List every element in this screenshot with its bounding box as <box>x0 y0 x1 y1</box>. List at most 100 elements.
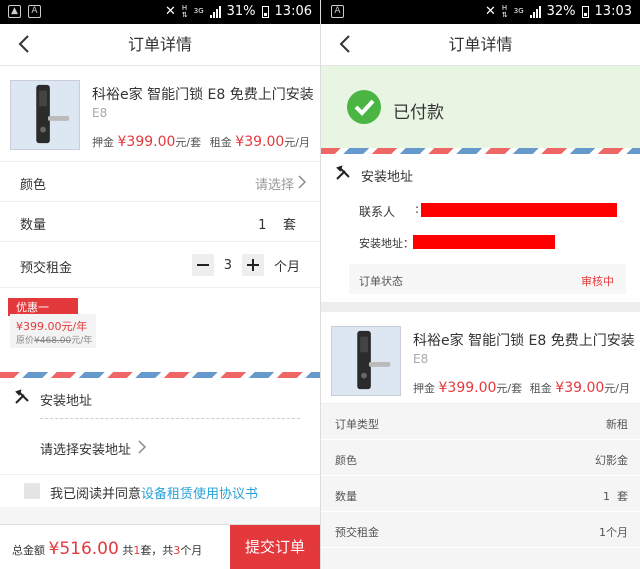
network-type-icon: H ⇅ <box>501 3 508 19</box>
status-bar: A ✕ H ⇅ 3G 32% 13:03 <box>321 0 640 24</box>
agreement-link[interactable]: 设备租赁使用协议书 <box>141 487 258 502</box>
promo-original-price: 原价¥468.00元/年 <box>16 333 92 346</box>
minus-icon <box>196 264 209 266</box>
product-model: E8 <box>413 352 429 366</box>
rent-value: ¥39.00 <box>555 380 605 396</box>
prepay-value: 3 <box>223 257 232 273</box>
battery-percent: 31% <box>226 4 256 19</box>
order-status-row: 订单状态 审核中 <box>349 264 626 294</box>
increment-button[interactable] <box>241 254 264 276</box>
agreement-text: 我已阅读并同意设备租赁使用协议书 <box>50 483 258 502</box>
quantity-unit: 套 <box>282 218 296 233</box>
clock: 13:06 <box>274 4 312 19</box>
tools-icon <box>336 165 350 180</box>
total-amount: ¥516.00 <box>48 539 119 559</box>
submit-order-button[interactable]: 提交订单 <box>230 525 320 569</box>
promo-orig-label: 原价 <box>16 336 35 346</box>
prepay-label: 预交租金 <box>20 261 73 276</box>
signal-icon <box>209 5 221 18</box>
checkmark-icon <box>347 90 381 124</box>
detail-label: 数量 <box>335 490 357 503</box>
section-gap <box>321 302 640 312</box>
order-status-value: 审核中 <box>581 275 614 288</box>
mute-icon: ✕ <box>484 4 496 19</box>
rent-label: 租金 <box>529 382 552 395</box>
detail-value: 1 套 <box>603 490 628 503</box>
product-card[interactable]: 科裕e家 智能门锁 E8 免费上门安装 E8 押金 ¥399.00元/套 租金 … <box>0 66 320 162</box>
promo-price-value: ¥399.00 <box>16 320 62 333</box>
select-address-button[interactable]: 请选择安装地址 <box>0 419 320 475</box>
product-name: 科裕e家 智能门锁 E8 免费上门安装 <box>92 87 314 103</box>
signal-3g-icon: 3G <box>193 7 204 15</box>
promo-orig-unit: 元/年 <box>71 336 93 346</box>
gallery-icon: ▲ <box>8 5 21 18</box>
plus-icon-vertical <box>251 259 254 271</box>
status-bar: ▲ A ✕ H ⇅ 3G 31% 13:06 <box>0 0 320 24</box>
order-status-label: 订单状态 <box>359 275 403 288</box>
back-arrow-icon[interactable] <box>335 33 357 55</box>
chevron-right-icon <box>138 440 146 454</box>
payment-status-banner: 已付款 <box>321 66 640 148</box>
detail-value: 幻影金 <box>595 454 628 467</box>
color-row: 颜色 幻影金 <box>321 440 640 476</box>
address-section: 安装地址 联系人 : 安装地址： 订单状态 审核中 <box>321 154 640 302</box>
agree-checkbox[interactable] <box>24 483 40 499</box>
quantity-number: 1 <box>258 218 267 233</box>
quantity-value: 1 套 <box>258 214 296 233</box>
page-title: 订单详情 <box>127 35 192 54</box>
prepay-rent-row: 预交租金 3 个月 <box>0 242 320 288</box>
chevron-right-icon <box>298 175 306 189</box>
address-header: 安装地址 <box>321 154 640 194</box>
deposit-label: 押金 <box>413 382 435 395</box>
header: 订单详情 <box>0 24 320 66</box>
contact-redacted <box>421 203 617 217</box>
detail-label: 订单类型 <box>335 418 379 431</box>
product-name: 科裕e家 智能门锁 E8 免费上门安装 <box>413 333 635 349</box>
address-redacted <box>413 235 555 249</box>
color-label: 颜色 <box>20 178 47 193</box>
back-arrow-icon[interactable] <box>14 33 36 55</box>
order-detail-screen: A ✕ H⇅ 3G 32% 13:03 订单详情 已付款 安装地址 联系人 : <box>320 0 640 569</box>
door-lock-image <box>36 84 70 144</box>
product-image <box>10 80 80 150</box>
product-card[interactable]: 科裕e家 智能门锁 E8 免费上门安装 E8 押金 ¥399.00元/套 租金 … <box>321 312 640 404</box>
detail-value: 新租 <box>606 418 628 431</box>
deposit-unit: 元/套 <box>175 136 202 149</box>
battery-icon <box>581 5 589 18</box>
decrement-button[interactable] <box>191 254 214 276</box>
promo-section: 优惠一 ¥399.00元/年 原价¥468.00元/年 <box>0 288 320 372</box>
address-section: 安装地址 请选择安装地址 <box>0 378 320 475</box>
deposit-unit: 元/套 <box>496 382 523 395</box>
promo-option[interactable]: ¥399.00元/年 原价¥468.00元/年 <box>10 314 96 348</box>
page-title: 订单详情 <box>448 35 513 54</box>
rent-unit: 元/月 <box>604 382 630 395</box>
deposit-price: 押金 ¥399.00元/套 <box>413 380 522 396</box>
app-notification-icon: A <box>331 5 344 18</box>
deposit-price: 押金 ¥399.00元/套 <box>92 134 201 150</box>
rent-unit: 元/月 <box>284 136 310 149</box>
deposit-label: 押金 <box>92 136 114 149</box>
address-title: 安装地址 <box>40 394 93 409</box>
tools-icon <box>15 389 29 404</box>
detail-label: 预交租金 <box>335 526 379 539</box>
deposit-value: ¥399.00 <box>438 380 497 396</box>
header: 订单详情 <box>321 24 640 66</box>
contact-row: 联系人 : <box>321 194 640 226</box>
color-value: 请选择 <box>254 178 294 193</box>
address-header: 安装地址 <box>0 378 320 418</box>
door-lock-image <box>357 330 391 390</box>
agreement-row: 我已阅读并同意设备租赁使用协议书 <box>0 475 320 507</box>
select-address-label: 请选择安装地址 <box>40 443 132 458</box>
promo-orig-value: ¥468.00 <box>34 336 72 346</box>
rent-price: 租金 ¥39.00元/月 <box>210 134 310 150</box>
color-selector[interactable]: 颜色 请选择 <box>0 162 320 202</box>
months-unit: 个月 <box>180 544 203 557</box>
promo-price: ¥399.00元/年 <box>16 318 87 334</box>
address-title: 安装地址 <box>361 170 414 185</box>
order-form-screen: ▲ A ✕ H ⇅ 3G 31% 13:06 订单详情 科裕e家 智能门锁 E8 … <box>0 0 320 569</box>
prepay-stepper: 3 个月 <box>191 254 300 276</box>
app-notification-icon: A <box>28 5 41 18</box>
address-row: 安装地址： <box>321 226 640 258</box>
promo-price-unit: 元/年 <box>61 320 88 333</box>
prepay-rent-row: 预交租金 1个月 <box>321 512 640 548</box>
